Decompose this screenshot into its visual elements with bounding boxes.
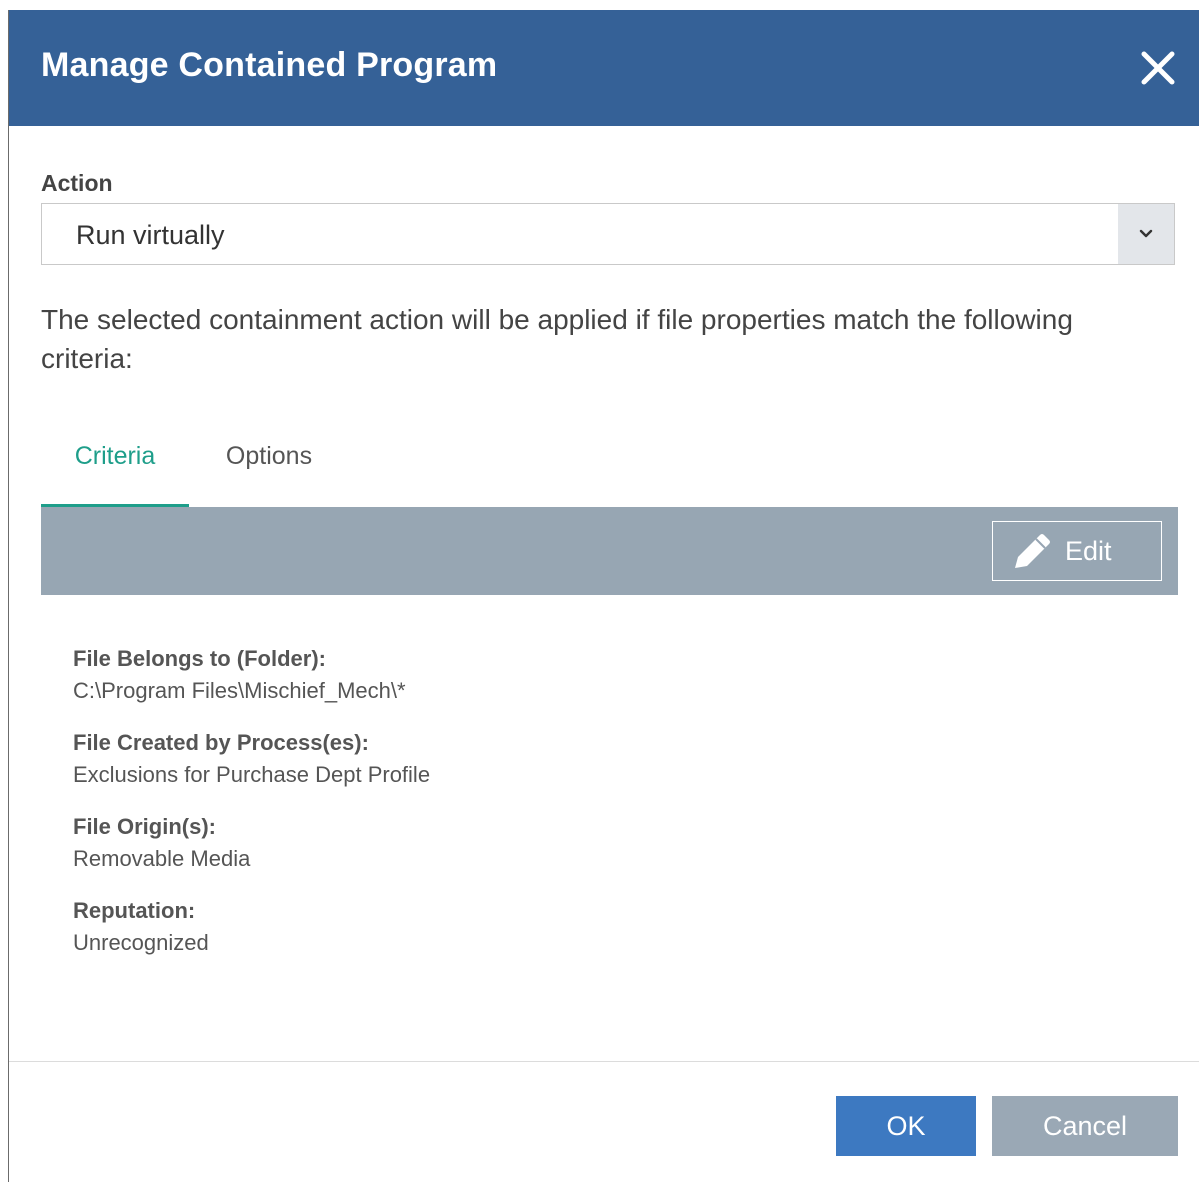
manage-contained-program-dialog: Manage Contained Program Action Run virt…	[8, 10, 1199, 1182]
criteria-value: Unrecognized	[73, 930, 209, 955]
dialog-titlebar: Manage Contained Program	[9, 10, 1199, 126]
edit-button[interactable]: Edit	[992, 521, 1162, 581]
tab-options[interactable]: Options	[201, 428, 337, 504]
criteria-item-origin: File Origin(s): Removable Media	[73, 814, 430, 882]
criteria-item-reputation: Reputation: Unrecognized	[73, 898, 430, 966]
action-select-arrow[interactable]	[1118, 204, 1174, 264]
containment-description: The selected containment action will be …	[41, 304, 1073, 374]
edit-label: Edit	[1065, 536, 1112, 566]
criteria-value: C:\Program Files\Mischief_Mech\*	[73, 678, 406, 703]
criteria-label: File Origin(s):	[73, 814, 216, 839]
dialog-title: Manage Contained Program	[41, 46, 498, 84]
close-button[interactable]	[1138, 48, 1178, 88]
pencil-icon	[1015, 534, 1050, 568]
cancel-button[interactable]: Cancel	[992, 1096, 1178, 1156]
criteria-label: File Created by Process(es):	[73, 730, 369, 755]
criteria-label: Reputation:	[73, 898, 196, 923]
chevron-down-icon	[1139, 229, 1153, 238]
criteria-list: File Belongs to (Folder): C:\Program Fil…	[73, 646, 430, 982]
action-select[interactable]: Run virtually	[41, 203, 1175, 265]
criteria-value: Exclusions for Purchase Dept Profile	[73, 762, 431, 787]
tab-criteria[interactable]: Criteria	[41, 428, 189, 508]
action-label: Action	[41, 170, 113, 196]
criteria-value: Removable Media	[73, 846, 251, 871]
criteria-item-folder: File Belongs to (Folder): C:\Program Fil…	[73, 646, 430, 714]
background-edge	[0, 0, 8, 1182]
footer-divider	[9, 1061, 1199, 1062]
criteria-label: File Belongs to (Folder):	[73, 646, 326, 671]
criteria-item-process: File Created by Process(es): Exclusions …	[73, 730, 430, 798]
ok-button[interactable]: OK	[836, 1096, 976, 1156]
criteria-toolbar: Edit	[41, 507, 1178, 595]
action-select-value: Run virtually	[76, 220, 225, 250]
close-icon	[1141, 51, 1175, 85]
